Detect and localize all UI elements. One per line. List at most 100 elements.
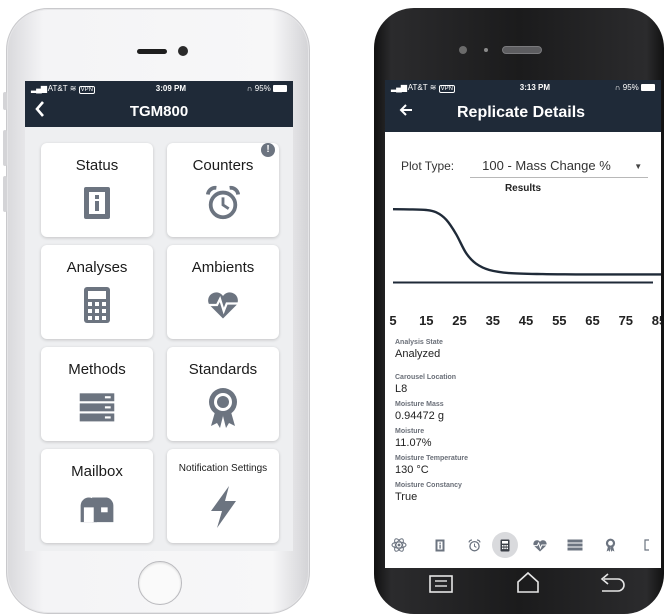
volume-down-button <box>3 176 7 212</box>
detail-item: Analysis State Analyzed <box>395 338 657 361</box>
tile-label: Mailbox <box>71 463 123 480</box>
tile-counters[interactable]: ! Counters <box>167 143 279 237</box>
status-time: 3:09 PM <box>155 83 186 93</box>
status-bar: ▂▄▆ AT&T ≋ VPN 3:09 PM ∩ 95% <box>25 81 293 95</box>
plot-type-label: Plot Type: <box>401 159 455 173</box>
details-list: Analysis State Analyzed Carousel Location L… <box>395 338 657 504</box>
plot-type-select[interactable]: 100 - Mass Change % ▼ <box>470 154 649 178</box>
arrow-left-icon[interactable] <box>399 102 413 122</box>
detail-item: Carousel Location L8 <box>395 373 657 396</box>
info-icon <box>79 184 115 222</box>
results-chart: 5 15 25 35 45 55 65 75 85 <box>389 208 661 328</box>
screenshot-stage: ▂▄▆ AT&T ≋ VPN 3:09 PM ∩ 95% TGM800 Stat… <box>0 0 665 616</box>
back-chevron-icon[interactable] <box>35 101 45 122</box>
detail-key: Moisture Mass <box>395 401 444 408</box>
right-screen: ▂▄▆ AT&T ≋ VPN 3:13 PM ∩ 95% Replicate D… <box>385 80 661 568</box>
x-tick-label: 85 <box>652 313 661 328</box>
volume-up-button <box>3 130 7 166</box>
dropdown-caret-icon: ▼ <box>634 162 643 171</box>
front-camera <box>178 46 188 56</box>
tile-label: Standards <box>188 361 258 378</box>
chart-title: Results <box>504 183 542 194</box>
detail-value: 130 °C <box>395 464 429 476</box>
detail-value: L8 <box>395 383 408 395</box>
x-tick-label: 15 <box>419 313 433 328</box>
back-icon[interactable] <box>600 573 625 592</box>
left-screen: ▂▄▆ AT&T ≋ VPN 3:09 PM ∩ 95% TGM800 Stat… <box>25 81 293 551</box>
detail-key: Moisture Constancy <box>395 482 462 489</box>
detail-key: Carousel Location <box>395 374 457 381</box>
tile-label: Notification Settings <box>178 463 268 474</box>
tile-standards[interactable]: Standards <box>167 347 279 441</box>
x-tick-label: 45 <box>519 313 533 328</box>
home-icon[interactable] <box>517 571 539 593</box>
tile-label: Counters <box>192 157 254 174</box>
wifi-icon: ≋ <box>69 83 77 93</box>
lightning-icon <box>205 486 241 528</box>
x-tick-label: 65 <box>585 313 599 328</box>
x-tick-label: 55 <box>552 313 566 328</box>
detail-value: True <box>395 491 418 503</box>
atom-icon[interactable] <box>388 534 410 556</box>
award-ribbon-icon[interactable] <box>599 534 621 556</box>
x-tick-label: 35 <box>486 313 500 328</box>
detail-item: Moisture Mass 0.94472 g <box>395 400 657 423</box>
tile-label: Methods <box>68 361 126 378</box>
alert-badge: ! <box>261 143 275 157</box>
tile-notification-settings[interactable]: Notification Settings <box>167 449 279 543</box>
carrier-status: ▂▄▆ AT&T ≋ VPN <box>31 83 95 94</box>
tile-label: Status <box>75 157 119 174</box>
status-bar: ▂▄▆ AT&T ≋ VPN 3:13 PM ∩ 95% <box>385 80 661 94</box>
headphones-icon: ∩ <box>614 82 621 92</box>
heart-pulse-icon[interactable] <box>529 534 551 556</box>
carrier-status: ▂▄▆ AT&T ≋ VPN <box>391 82 455 93</box>
mute-switch <box>3 92 7 110</box>
home-button[interactable] <box>138 561 182 605</box>
server-stack-icon[interactable] <box>564 534 586 556</box>
calculator-icon[interactable] <box>492 532 518 558</box>
battery-icon <box>273 84 287 92</box>
detail-value: Analyzed <box>395 348 441 360</box>
android-nav-bar <box>429 571 625 593</box>
nav-bar: TGM800 <box>25 95 293 127</box>
tile-status[interactable]: Status <box>41 143 153 237</box>
recents-icon[interactable] <box>429 575 453 593</box>
headphones-icon: ∩ <box>246 83 253 93</box>
bottom-icon-bar <box>385 530 661 562</box>
tile-label: Ambients <box>191 259 255 276</box>
x-tick-label: 25 <box>452 313 466 328</box>
tile-mailbox[interactable]: Mailbox <box>41 449 153 543</box>
detail-key: Analysis State <box>395 339 443 346</box>
alarm-clock-icon[interactable] <box>463 534 485 556</box>
detail-key: Moisture <box>395 428 425 435</box>
tile-methods[interactable]: Methods <box>41 347 153 441</box>
nav-bar: Replicate Details <box>385 94 661 132</box>
mailbox-icon <box>79 490 115 528</box>
detail-value: 11.07% <box>395 437 432 449</box>
earpiece-speaker <box>137 49 167 54</box>
plot-type-row: Plot Type: 100 - Mass Change % ▼ <box>401 154 649 178</box>
tile-analyses[interactable]: Analyses <box>41 245 153 339</box>
calculator-icon <box>79 286 115 324</box>
page-title: Replicate Details <box>457 104 586 121</box>
page-title: TGM800 <box>129 102 189 120</box>
award-ribbon-icon <box>205 388 241 428</box>
detail-item: Moisture 11.07% <box>395 427 657 450</box>
detail-value: 0.94472 g <box>395 410 444 422</box>
tile-label: Analyses <box>66 259 128 276</box>
sensor-dot <box>484 48 488 52</box>
earpiece-speaker <box>502 46 542 54</box>
alarm-clock-icon <box>205 184 241 222</box>
front-camera <box>459 46 467 54</box>
plot-type-value: 100 - Mass Change % <box>482 158 611 173</box>
heart-pulse-icon <box>205 286 241 324</box>
detail-key: Moisture Temperature <box>395 455 468 462</box>
tile-ambients[interactable]: Ambients <box>167 245 279 339</box>
info-icon[interactable] <box>429 534 451 556</box>
detail-item: Moisture Constancy True <box>395 481 657 504</box>
x-tick-label: 5 <box>389 313 396 328</box>
x-tick-label: 75 <box>619 313 633 328</box>
partial-icon[interactable] <box>636 534 658 556</box>
server-stack-icon <box>79 388 115 426</box>
battery-status: ∩ 95% <box>247 84 287 93</box>
